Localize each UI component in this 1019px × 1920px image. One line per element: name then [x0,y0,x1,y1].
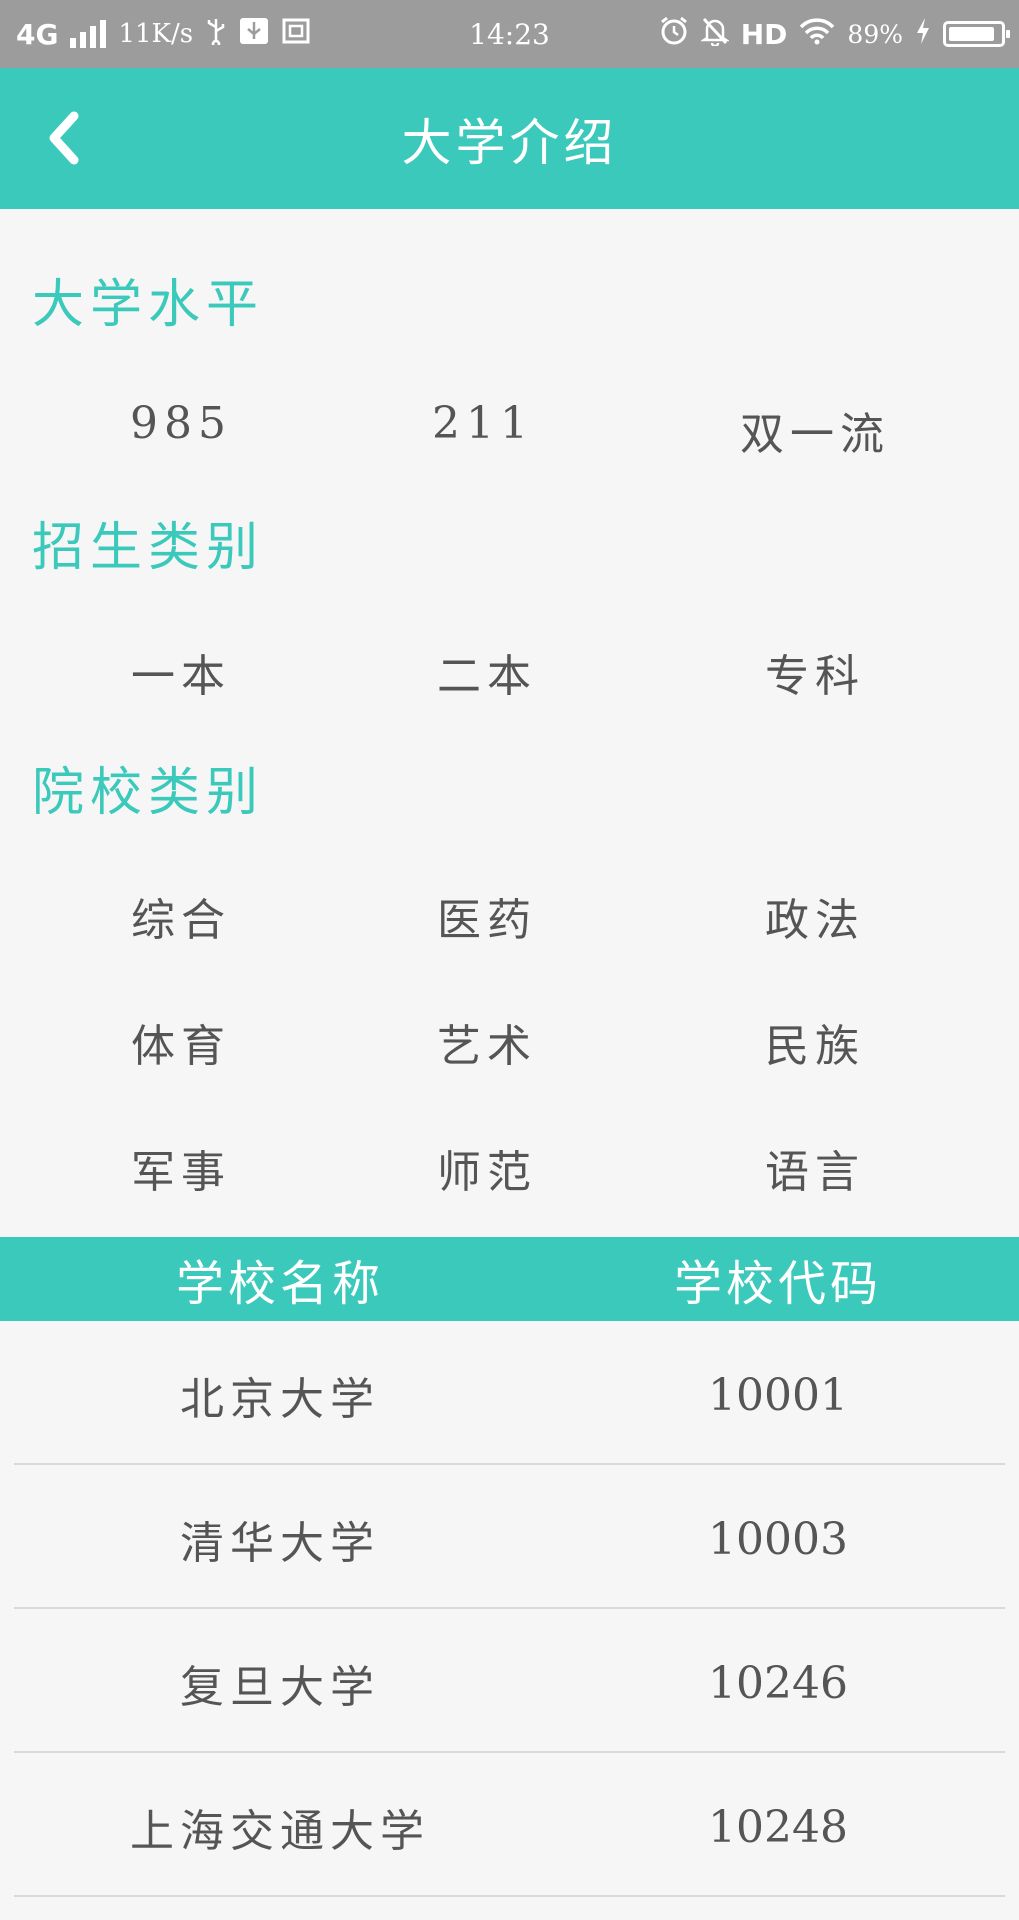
notifications-off-icon [699,16,730,53]
row-divider [14,1463,1005,1465]
school-code: 10001 [708,1369,848,1421]
column-header-code: 学校代码 [673,1256,882,1312]
alarm-icon [659,16,689,53]
school-name: 复旦大学 [180,1662,380,1713]
option-military[interactable]: 军事 [31,1136,331,1200]
table-header: 学校名称 学校代码 [0,1237,1019,1321]
school-code: 10003 [708,1513,848,1565]
school-name: 清华大学 [180,1518,380,1569]
option-double-first-class[interactable]: 双一流 [665,398,965,462]
option-tier-two[interactable]: 二本 [337,640,637,704]
row-divider [14,1607,1005,1609]
option-arts[interactable]: 艺术 [337,1010,637,1074]
school-code: 10248 [708,1801,848,1853]
status-bar: 4G 11K/s 14:23 HD 89% [0,0,1019,68]
wifi-icon [799,17,835,52]
school-name: 北京大学 [180,1374,380,1425]
table-row[interactable]: 复旦大学 10246 [0,1611,1019,1755]
hd-indicator: HD [740,17,788,51]
option-normal[interactable]: 师范 [337,1136,637,1200]
table-row[interactable]: 北京大学 10001 [0,1323,1019,1467]
option-language[interactable]: 语言 [665,1136,965,1200]
school-code: 10246 [708,1657,848,1709]
option-medicine[interactable]: 医药 [337,884,637,948]
status-right: HD 89% [659,0,1010,68]
school-name: 上海交通大学 [130,1806,430,1857]
table-row[interactable]: 清华大学 10003 [0,1467,1019,1611]
table-row[interactable]: 上海交通大学 10248 [0,1755,1019,1899]
option-tier-one[interactable]: 一本 [31,640,331,704]
option-ethnic[interactable]: 民族 [665,1010,965,1074]
section-title-admission: 招生类别 [32,518,265,578]
option-211[interactable]: 211 [333,398,633,449]
charging-icon [915,17,931,52]
option-comprehensive[interactable]: 综合 [31,884,331,948]
section-title-level: 大学水平 [32,275,265,335]
battery-fill [949,27,994,41]
option-junior-college[interactable]: 专科 [665,640,965,704]
row-divider [14,1751,1005,1753]
option-law[interactable]: 政法 [665,884,965,948]
battery-percent: 89% [847,19,903,49]
section-title-school-type: 院校类别 [32,763,265,823]
option-985[interactable]: 985 [31,398,331,449]
option-sports[interactable]: 体育 [31,1010,331,1074]
battery-icon [943,21,1010,47]
row-divider [14,1895,1005,1897]
page-title: 大学介绍 [401,113,618,172]
app-header: 大学介绍 [0,68,1019,209]
column-header-name: 学校名称 [175,1256,384,1312]
